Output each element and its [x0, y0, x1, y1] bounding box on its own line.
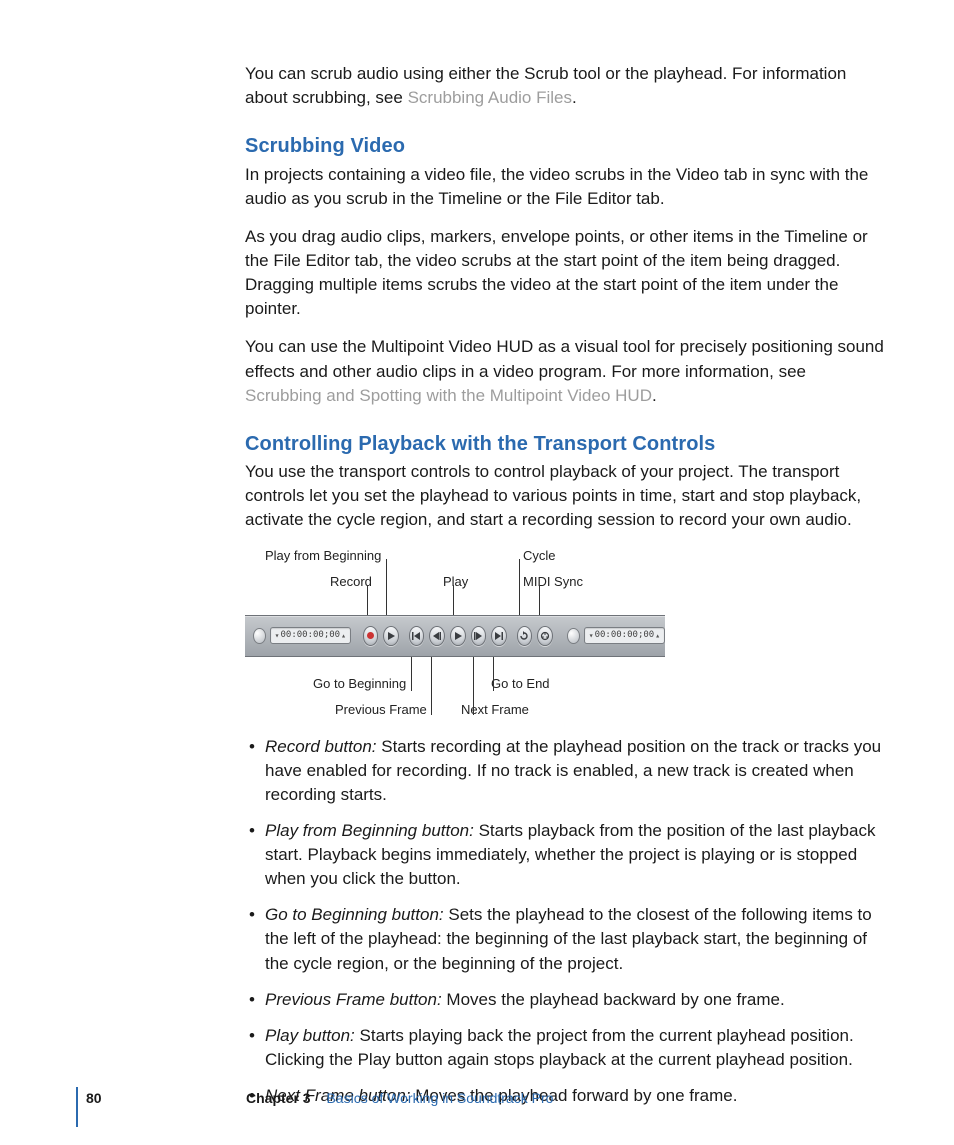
cycle-button[interactable] [517, 626, 533, 646]
term: Previous Frame button: [265, 990, 442, 1009]
label-cycle: Cycle [523, 547, 556, 565]
chapter-title: Basics of Working in Soundtrack Pro [326, 1090, 553, 1106]
midi-sync-button[interactable] [537, 626, 553, 646]
heading-scrubbing-video: Scrubbing Video [245, 132, 885, 160]
prev-frame-icon [432, 631, 442, 641]
timecode-right[interactable]: ▾00:00:00;00▴ [584, 627, 665, 644]
leader-line [493, 655, 494, 691]
text: You can use the Multipoint Video HUD as … [245, 337, 884, 380]
leader-line [386, 559, 387, 615]
term: Go to Beginning button: [265, 905, 444, 924]
jog-knob-left[interactable] [253, 628, 266, 644]
intro-paragraph: You can scrub audio using either the Scr… [245, 62, 885, 110]
leader-line [431, 655, 432, 715]
transport-diagram: Play from Beginning Record Play Cycle MI… [245, 547, 665, 717]
timecode-value: 00:00:00;00 [595, 629, 655, 642]
leader-line [367, 585, 368, 615]
play-from-beginning-button[interactable] [383, 626, 399, 646]
term: Record button: [265, 737, 377, 756]
list-item: Play from Beginning button: Starts playb… [245, 819, 885, 891]
timecode-value: 00:00:00;00 [280, 629, 340, 642]
paragraph: In projects containing a video file, the… [245, 163, 885, 211]
timecode-left[interactable]: ▾00:00:00;00▴ [270, 627, 351, 644]
jog-knob-right[interactable] [567, 628, 580, 644]
record-button[interactable] [363, 626, 379, 646]
page-number: 80 [86, 1089, 102, 1109]
play-begin-icon [386, 631, 396, 641]
paragraph: You use the transport controls to contro… [245, 460, 885, 532]
leader-line [519, 559, 520, 615]
chapter-number: Chapter 3 [246, 1090, 311, 1106]
term: Play button: [265, 1026, 355, 1045]
list-item: Go to Beginning button: Sets the playhea… [245, 903, 885, 975]
leader-line [453, 585, 454, 615]
go-to-beginning-button[interactable] [409, 626, 425, 646]
text: . [652, 386, 657, 405]
list-item: Play button: Starts playing back the pro… [245, 1024, 885, 1072]
list-item: Record button: Starts recording at the p… [245, 735, 885, 807]
leader-line [473, 655, 474, 715]
go-to-end-button[interactable] [491, 626, 507, 646]
paragraph: You can use the Multipoint Video HUD as … [245, 335, 885, 407]
term: Play from Beginning button: [265, 821, 474, 840]
play-icon [453, 631, 463, 641]
play-button[interactable] [450, 626, 466, 646]
label-play-from-beginning: Play from Beginning [265, 547, 381, 565]
label-go-to-beginning: Go to Beginning [313, 675, 406, 693]
link-multipoint-hud[interactable]: Scrubbing and Spotting with the Multipoi… [245, 386, 652, 405]
paragraph: As you drag audio clips, markers, envelo… [245, 225, 885, 322]
midi-icon [540, 631, 550, 641]
next-frame-button[interactable] [471, 626, 487, 646]
label-play: Play [443, 573, 468, 591]
label-record: Record [330, 573, 372, 591]
page-content: You can scrub audio using either the Scr… [245, 62, 885, 1120]
chapter-label: Chapter 3 Basics of Working in Soundtrac… [246, 1089, 553, 1109]
skip-start-icon [411, 631, 421, 641]
page-footer: 80 Chapter 3 Basics of Working in Soundt… [76, 1087, 878, 1127]
heading-transport-controls: Controlling Playback with the Transport … [245, 430, 885, 458]
cycle-icon [519, 631, 529, 641]
record-icon [367, 632, 374, 639]
transport-bar: ▾00:00:00;00▴ [245, 615, 665, 657]
text: . [572, 88, 577, 107]
label-next-frame: Next Frame [461, 701, 529, 719]
label-go-to-end: Go to End [491, 675, 550, 693]
leader-line [411, 655, 412, 691]
next-frame-icon [473, 631, 483, 641]
desc: Moves the playhead backward by one frame… [442, 990, 785, 1009]
previous-frame-button[interactable] [429, 626, 445, 646]
leader-line [539, 585, 540, 615]
link-scrubbing-audio[interactable]: Scrubbing Audio Files [408, 88, 572, 107]
list-item: Previous Frame button: Moves the playhea… [245, 988, 885, 1012]
label-midi-sync: MIDI Sync [523, 573, 583, 591]
skip-end-icon [494, 631, 504, 641]
label-previous-frame: Previous Frame [335, 701, 427, 719]
bullet-list: Record button: Starts recording at the p… [245, 735, 885, 1109]
